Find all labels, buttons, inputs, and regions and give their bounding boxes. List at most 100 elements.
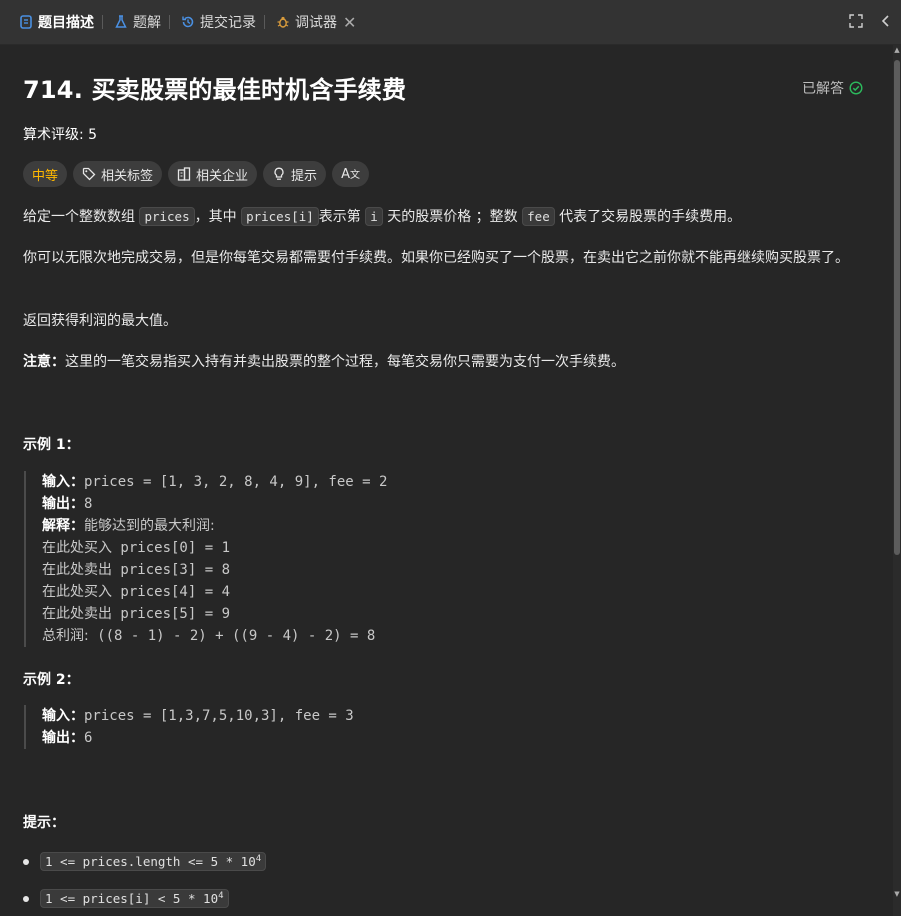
example-step: 在此处买入 prices[4] = 4 <box>42 581 387 603</box>
input-value: prices = [1,3,7,5,10,3], fee = 3 <box>84 708 354 724</box>
tag-chips: 中等 相关标签 相关企业 提示 A文 <box>23 161 369 187</box>
solved-label: 已解答 <box>802 80 844 97</box>
example-2-block: 输入：prices = [1,3,7,5,10,3], fee = 3 输出：6 <box>24 705 354 749</box>
text: 代表了交易股票的手续费用。 <box>554 209 742 225</box>
step-code: prices[4] = 4 <box>112 584 231 600</box>
translate-icon: A文 <box>341 167 360 182</box>
difficulty-badge: 中等 <box>23 161 68 187</box>
problem-panel: 714. 买卖股票的最佳时机含手续费 已解答 算术评级: 5 中等 相关标签 相… <box>0 45 893 916</box>
note-text: 这里的一笔交易指买入持有并卖出股票的整个过程，每笔交易你只需要为支付一次手续费。 <box>65 354 625 370</box>
tab-divider <box>169 15 170 29</box>
total-text: 总利润: <box>42 628 89 644</box>
chip-label: 相关标签 <box>101 168 154 184</box>
tab-actions <box>841 0 901 45</box>
inline-code: i <box>365 207 383 226</box>
output-value: 8 <box>84 496 93 512</box>
text: 给定一个整数数组 <box>23 209 140 225</box>
inline-code: prices <box>139 207 195 226</box>
chevron-left-icon <box>880 13 892 32</box>
output-label: 输出： <box>42 730 84 746</box>
example-output: 输出：6 <box>42 727 354 749</box>
chip-label: 相关企业 <box>196 168 249 184</box>
input-label: 输入： <box>42 474 84 490</box>
example-1-title: 示例 1： <box>23 437 80 453</box>
example-total: 总利润: ((8 - 1) - 2) + ((9 - 4) - 2) = 8 <box>42 625 387 647</box>
constraints-title: 提示： <box>23 815 65 831</box>
tab-label: 题目描述 <box>38 15 94 31</box>
example-input: 输入：prices = [1,3,7,5,10,3], fee = 3 <box>42 705 354 727</box>
history-icon <box>180 14 196 30</box>
example-output: 输出：8 <box>42 493 387 515</box>
fullscreen-icon <box>849 13 863 32</box>
inline-code: prices[i] <box>241 207 319 226</box>
constraint-item: 1 <= prices.length <= 5 * 104 <box>23 852 267 872</box>
rating-label: 算术评级: 5 <box>23 127 98 143</box>
total-code: ((8 - 1) - 2) + ((9 - 4) - 2) = 8 <box>88 628 376 644</box>
solved-status: 已解答 <box>802 78 863 98</box>
chip-label: 提示 <box>291 168 318 184</box>
input-value: prices = [1, 3, 2, 8, 4, 9], fee = 2 <box>84 474 388 490</box>
example-explanation: 解释：能够达到的最大利润: <box>42 515 387 537</box>
step-text: 在此处卖出 <box>42 606 112 622</box>
explain-text: 能够达到的最大利润: <box>84 518 215 534</box>
step-code: prices[3] = 8 <box>112 562 231 578</box>
example-input: 输入：prices = [1, 3, 2, 8, 4, 9], fee = 2 <box>42 471 387 493</box>
chip-label: 中等 <box>32 168 59 184</box>
constraint-text: 1 <= prices.length <= 5 * 10 <box>45 854 256 870</box>
example-1-block: 输入：prices = [1, 3, 2, 8, 4, 9], fee = 2 … <box>24 471 387 647</box>
related-tags-button[interactable]: 相关标签 <box>73 161 163 187</box>
building-icon <box>177 167 191 181</box>
constraint-code: 1 <= prices[i] < 5 * 104 <box>40 889 229 909</box>
tag-icon <box>82 167 96 181</box>
description-paragraph-3: 返回获得利润的最大值。 <box>23 313 177 329</box>
flask-icon <box>113 14 129 30</box>
output-value: 6 <box>84 730 93 746</box>
tab-label: 调试器 <box>295 15 337 31</box>
output-label: 输出： <box>42 496 84 512</box>
description-icon <box>18 14 34 30</box>
constraint-code: 1 <= prices.length <= 5 * 104 <box>40 852 267 872</box>
step-text: 在此处买入 <box>42 540 112 556</box>
tab-label: 题解 <box>133 15 161 31</box>
tab-divider <box>102 15 103 29</box>
hint-button[interactable]: 提示 <box>263 161 327 187</box>
description-paragraph-2: 你可以无限次地完成交易，但是你每笔交易都需要付手续费。如果你已经购买了一个股票，… <box>23 250 849 266</box>
problem-title[interactable]: 714. 买卖股票的最佳时机含手续费 <box>23 70 406 105</box>
lightbulb-icon <box>272 167 286 181</box>
check-circle-icon <box>849 80 863 95</box>
inline-code: fee <box>522 207 555 226</box>
scroll-down-icon[interactable]: ▼ <box>893 890 901 898</box>
text: 天的股票价格 ；整数 <box>382 209 523 225</box>
translate-button[interactable]: A文 <box>332 161 369 187</box>
tab-label: 提交记录 <box>200 15 256 31</box>
text: ，其中 <box>194 209 242 225</box>
exponent: 4 <box>218 891 224 901</box>
scroll-up-icon[interactable]: ▲ <box>893 46 901 54</box>
collapse-button[interactable] <box>871 8 901 38</box>
fullscreen-button[interactable] <box>841 8 871 38</box>
example-step: 在此处卖出 prices[5] = 9 <box>42 603 387 625</box>
constraint-text: 1 <= prices[i] < 5 * 10 <box>45 891 219 907</box>
related-companies-button[interactable]: 相关企业 <box>168 161 258 187</box>
title-row: 714. 买卖股票的最佳时机含手续费 已解答 <box>23 70 863 105</box>
bullet <box>23 858 29 865</box>
input-label: 输入： <box>42 708 84 724</box>
note-paragraph: 注意：这里的一笔交易指买入持有并卖出股票的整个过程，每笔交易你只需要为支付一次手… <box>23 351 878 374</box>
tab-bar: 题目描述 题解 提交记录 调试器 ✕ <box>0 0 901 45</box>
bug-icon <box>275 14 291 30</box>
exponent: 4 <box>255 854 262 864</box>
explain-label: 解释： <box>42 518 84 534</box>
constraint-item: 1 <= prices[i] < 5 * 104 <box>23 889 229 909</box>
tab-debugger[interactable]: 调试器 ✕ <box>267 0 362 45</box>
tab-solutions[interactable]: 题解 <box>105 0 167 45</box>
tab-submissions[interactable]: 提交记录 <box>172 0 262 45</box>
tab-description[interactable]: 题目描述 <box>0 0 100 45</box>
step-text: 在此处买入 <box>42 584 112 600</box>
scrollbar-thumb[interactable] <box>894 60 900 555</box>
bullet <box>23 895 29 902</box>
note-label: 注意： <box>23 354 65 370</box>
step-text: 在此处卖出 <box>42 562 112 578</box>
close-icon[interactable]: ✕ <box>343 13 356 32</box>
text: 表示第 <box>318 209 366 225</box>
step-code: prices[0] = 1 <box>112 540 231 556</box>
